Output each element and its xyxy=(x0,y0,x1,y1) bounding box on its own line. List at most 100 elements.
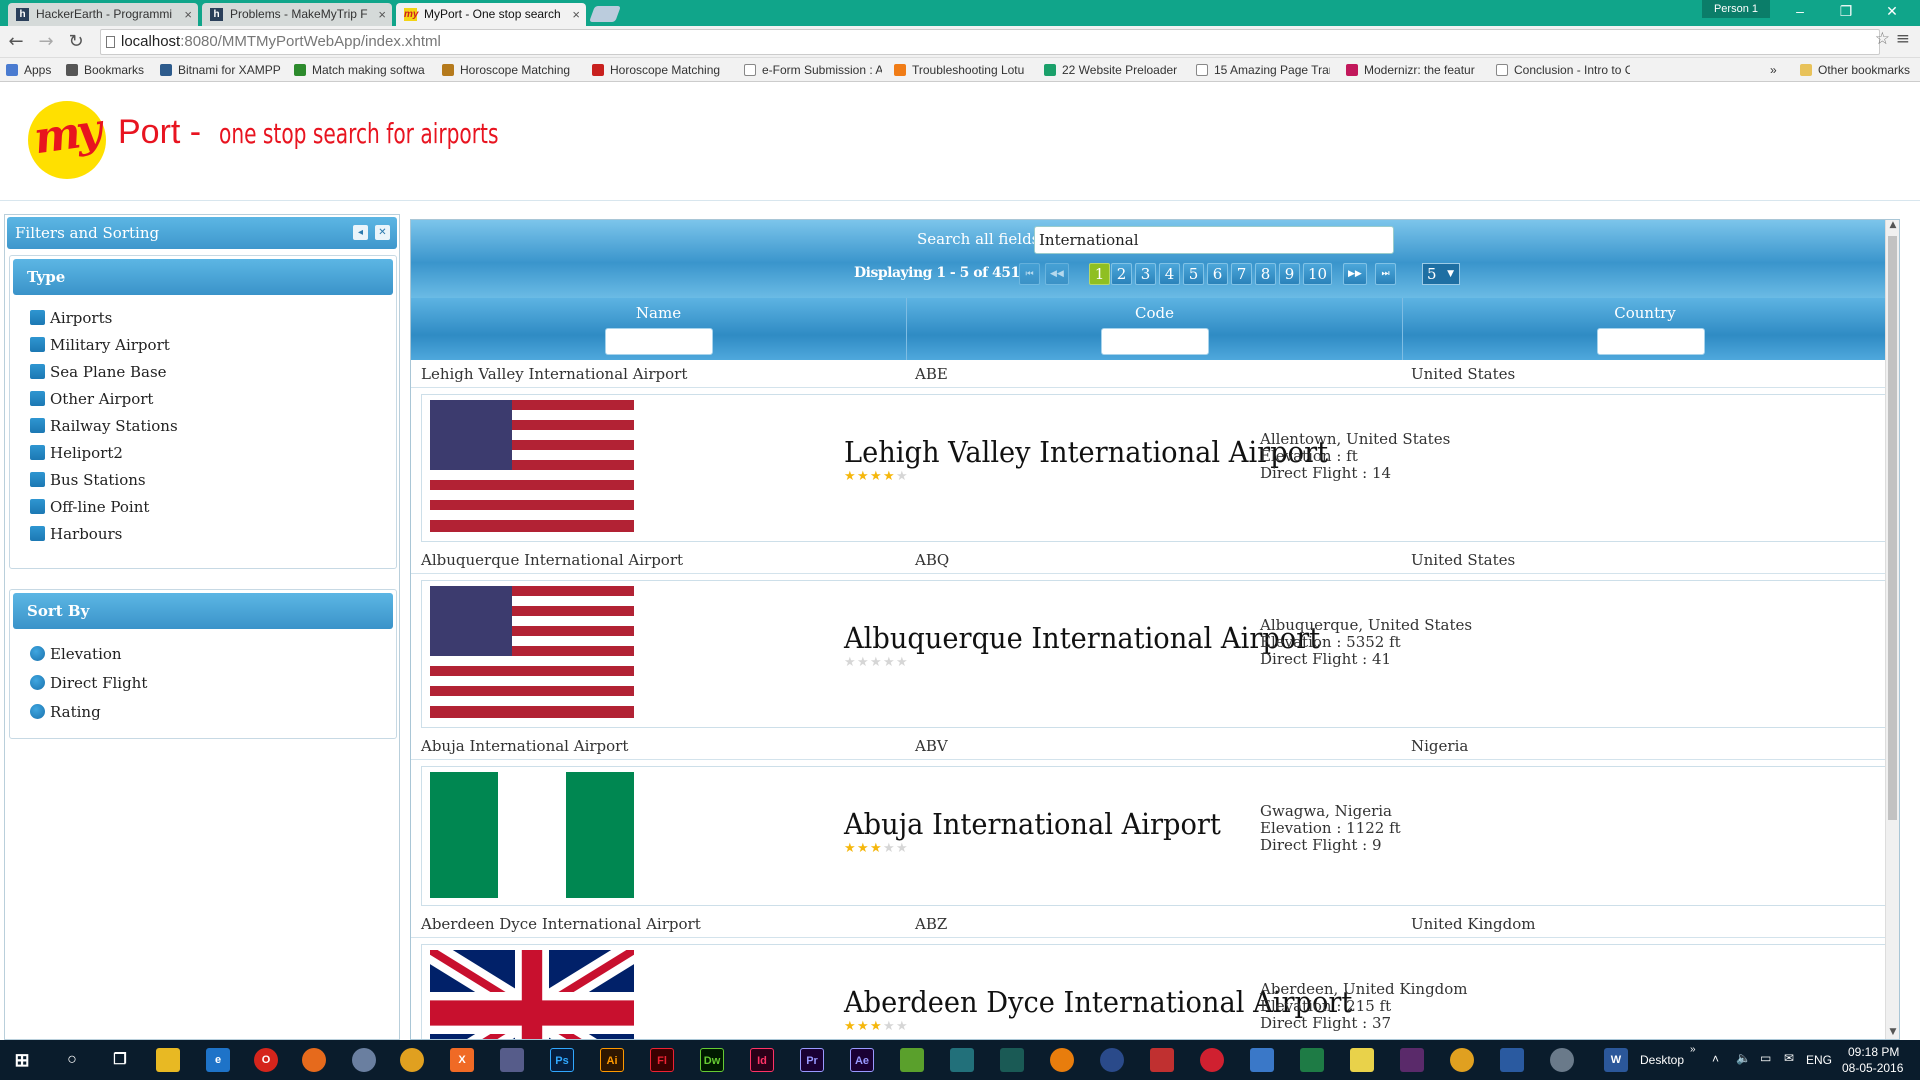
checkbox-icon[interactable] xyxy=(30,364,45,379)
star-icon[interactable]: ★ xyxy=(870,1020,883,1033)
page-button-10[interactable]: 10 xyxy=(1303,263,1333,285)
sort-option-rating[interactable]: Rating xyxy=(30,702,101,722)
flash-icon[interactable]: Fl xyxy=(650,1048,674,1072)
column-header-name[interactable]: Name xyxy=(411,298,907,360)
bookmark-star-icon[interactable]: ☆ xyxy=(1875,29,1890,49)
rating-stars[interactable]: ★★★★★ xyxy=(844,465,909,483)
page-button-3[interactable]: 3 xyxy=(1135,263,1156,285)
page-button-2[interactable]: 2 xyxy=(1111,263,1132,285)
star-icon[interactable]: ★ xyxy=(857,1020,870,1033)
checkbox-icon[interactable] xyxy=(30,445,45,460)
page-button-6[interactable]: 6 xyxy=(1207,263,1228,285)
checkbox-icon[interactable] xyxy=(30,391,45,406)
clock-date[interactable]: 08-05-2016 xyxy=(1842,1061,1903,1075)
country-filter-input[interactable] xyxy=(1597,328,1705,355)
dreamweaver-icon[interactable]: Dw xyxy=(700,1048,724,1072)
type-option-offline-point[interactable]: Off-line Point xyxy=(30,497,149,517)
star-icon[interactable]: ★ xyxy=(857,656,870,669)
back-arrow-icon[interactable]: ← xyxy=(4,30,28,54)
profile-button[interactable]: Person 1 xyxy=(1701,0,1770,18)
star-icon[interactable]: ★ xyxy=(883,470,896,483)
close-window-icon[interactable]: ✕ xyxy=(1870,0,1914,22)
checkbox-icon[interactable] xyxy=(30,472,45,487)
star-icon[interactable]: ★ xyxy=(883,1020,896,1033)
next-page-icon[interactable]: ▶▶ xyxy=(1343,263,1367,285)
bookmark-item[interactable]: Modernizr: the featur xyxy=(1346,62,1480,78)
bookmark-item[interactable]: Conclusion - Intro to C xyxy=(1496,62,1630,78)
app-icon[interactable] xyxy=(1000,1048,1024,1072)
star-icon[interactable]: ★ xyxy=(870,842,883,855)
app-icon[interactable] xyxy=(1250,1048,1274,1072)
windows-start-icon[interactable]: ⊞ xyxy=(10,1048,34,1072)
app-icon[interactable] xyxy=(1200,1048,1224,1072)
type-option-airports[interactable]: Airports xyxy=(30,308,112,328)
chrome-active-icon[interactable] xyxy=(1450,1048,1474,1072)
expand-toolbar-icon[interactable]: » xyxy=(1690,1044,1696,1055)
checkbox-icon[interactable] xyxy=(30,526,45,541)
radio-icon[interactable] xyxy=(30,646,45,661)
bookmark-item[interactable]: Horoscope Matching xyxy=(592,62,728,78)
checkbox-icon[interactable] xyxy=(30,337,45,352)
bookmark-item[interactable]: Troubleshooting Lotu xyxy=(894,62,1028,78)
star-icon[interactable]: ★ xyxy=(857,842,870,855)
page-button-7[interactable]: 7 xyxy=(1231,263,1252,285)
type-option-railway-stations[interactable]: Railway Stations xyxy=(30,416,178,436)
new-tab-button[interactable] xyxy=(589,6,621,22)
close-panel-icon[interactable]: ✕ xyxy=(375,225,390,240)
star-icon[interactable]: ★ xyxy=(870,470,883,483)
type-option-military-airport[interactable]: Military Airport xyxy=(30,335,170,355)
app-icon[interactable] xyxy=(1550,1048,1574,1072)
myport-logo[interactable]: my xyxy=(28,101,106,179)
other-bookmarks-folder[interactable]: Other bookmarks xyxy=(1800,62,1918,78)
page-button-9[interactable]: 9 xyxy=(1279,263,1300,285)
rows-per-page-select[interactable]: 5 ▼ xyxy=(1422,263,1460,285)
page-button-1[interactable]: 1 xyxy=(1089,263,1110,285)
after-effects-icon[interactable]: Ae xyxy=(850,1048,874,1072)
column-header-code[interactable]: Code xyxy=(907,298,1403,360)
browser-tab-problems[interactable]: h Problems - MakeMyTrip F × xyxy=(202,3,392,26)
file-explorer-icon[interactable] xyxy=(156,1048,180,1072)
type-option-harbours[interactable]: Harbours xyxy=(30,524,122,544)
search-icon[interactable]: ○ xyxy=(60,1048,84,1072)
firefox-icon[interactable] xyxy=(302,1048,326,1072)
table-row[interactable]: Abuja International Airport ABV Nigeria xyxy=(411,732,1899,760)
app-icon[interactable] xyxy=(500,1048,524,1072)
notification-icon[interactable]: ✉ xyxy=(1784,1051,1794,1065)
scroll-down-icon[interactable]: ▼ xyxy=(1886,1027,1899,1039)
indesign-icon[interactable]: Id xyxy=(750,1048,774,1072)
page-button-5[interactable]: 5 xyxy=(1183,263,1204,285)
language-indicator[interactable]: ENG xyxy=(1806,1053,1832,1067)
radio-icon[interactable] xyxy=(30,675,45,690)
previous-page-icon[interactable]: ◀◀ xyxy=(1045,263,1069,285)
sort-option-elevation[interactable]: Elevation xyxy=(30,644,122,664)
type-option-sea-plane-base[interactable]: Sea Plane Base xyxy=(30,362,167,382)
bookmark-item[interactable]: e-Form Submission : A xyxy=(744,62,882,78)
page-button-8[interactable]: 8 xyxy=(1255,263,1276,285)
bookmark-item[interactable]: 15 Amazing Page Tran xyxy=(1196,62,1330,78)
more-bookmarks-icon[interactable]: » xyxy=(1770,62,1790,78)
star-icon[interactable]: ★ xyxy=(896,842,909,855)
xampp-icon[interactable]: X xyxy=(450,1048,474,1072)
app-icon[interactable] xyxy=(1500,1048,1524,1072)
column-header-country[interactable]: Country xyxy=(1403,298,1887,360)
task-view-icon[interactable]: ❐ xyxy=(108,1048,132,1072)
checkbox-icon[interactable] xyxy=(30,499,45,514)
bookmark-item[interactable]: Bitnami for XAMPP xyxy=(160,62,290,78)
star-icon[interactable]: ★ xyxy=(883,656,896,669)
reload-icon[interactable]: ↻ xyxy=(64,30,88,54)
star-icon[interactable]: ★ xyxy=(844,656,857,669)
star-icon[interactable]: ★ xyxy=(883,842,896,855)
excel-icon[interactable] xyxy=(1300,1048,1324,1072)
rating-stars[interactable]: ★★★★★ xyxy=(844,837,909,855)
address-bar[interactable]: localhost:8080/MMTMyPortWebApp/index.xht… xyxy=(100,29,1880,55)
sort-option-direct-flight[interactable]: Direct Flight xyxy=(30,673,147,693)
global-search-input[interactable]: International xyxy=(1034,226,1394,254)
scrollbar-thumb[interactable] xyxy=(1888,236,1897,820)
blender-icon[interactable] xyxy=(1050,1048,1074,1072)
star-icon[interactable]: ★ xyxy=(870,656,883,669)
name-filter-input[interactable] xyxy=(605,328,713,355)
chrome-icon[interactable] xyxy=(400,1048,424,1072)
first-page-icon[interactable]: ⏮ xyxy=(1019,263,1040,285)
desktop-toolbar-label[interactable]: Desktop xyxy=(1640,1053,1684,1067)
rating-stars[interactable]: ★★★★★ xyxy=(844,651,909,669)
